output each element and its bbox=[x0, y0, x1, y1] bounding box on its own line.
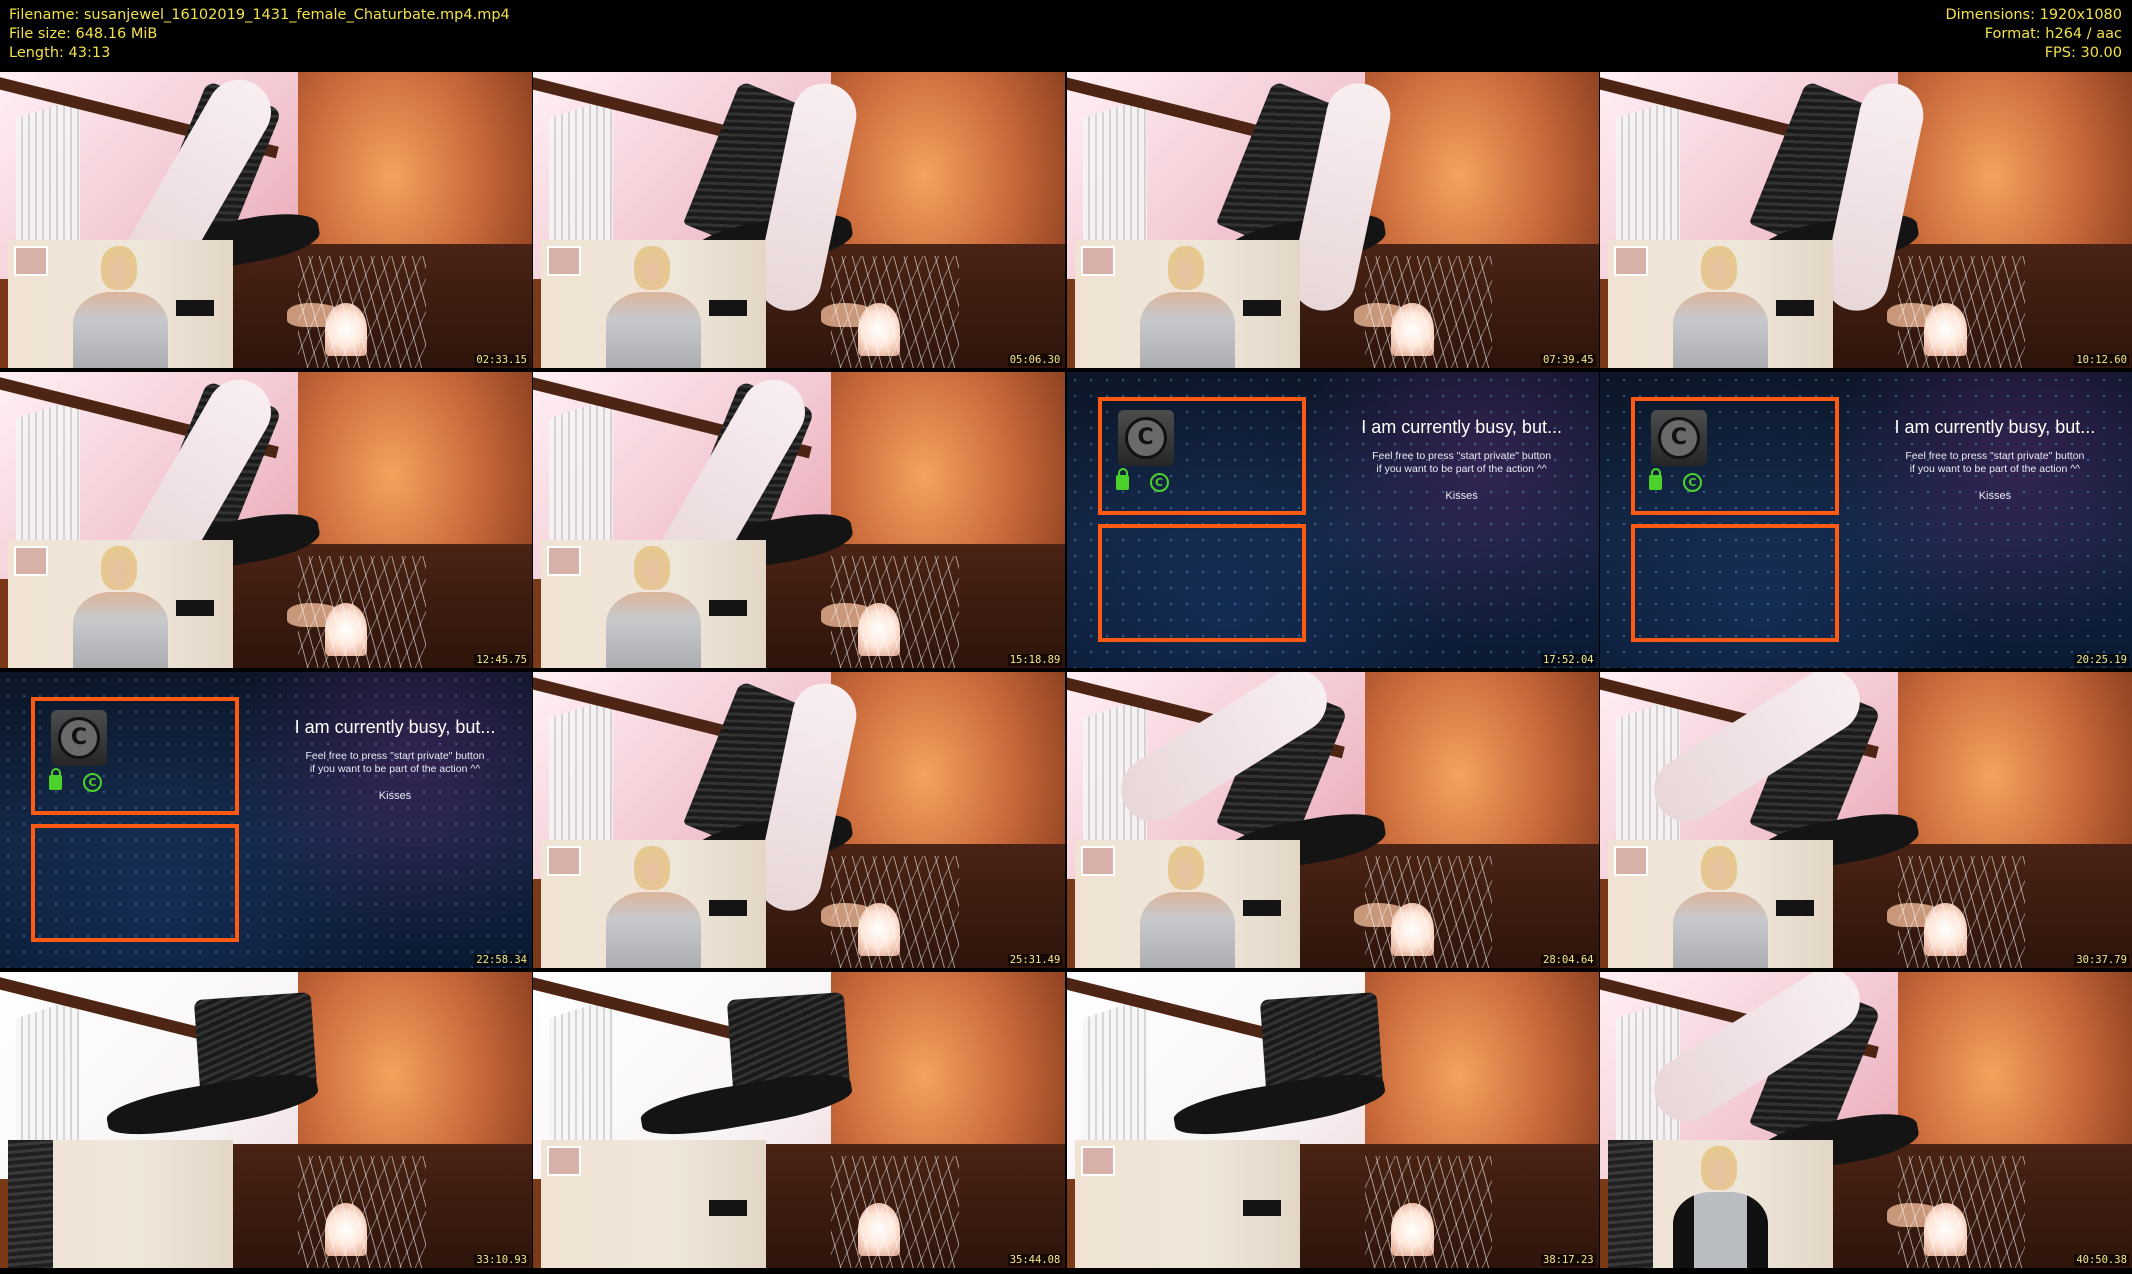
frame-timestamp: 15:18.89 bbox=[1007, 654, 1063, 666]
thumbnail-frame[interactable]: C C I am currently busy, but... Feel fre… bbox=[1599, 372, 2132, 668]
webcam-inset bbox=[1607, 240, 1833, 368]
webcam-scene bbox=[1066, 672, 1599, 968]
lock-icon bbox=[1648, 468, 1662, 490]
thumbnail-frame[interactable]: 25:31.49 bbox=[533, 672, 1066, 968]
webcam-scene bbox=[1599, 72, 2132, 368]
lock-icon bbox=[1115, 468, 1129, 490]
frame-timestamp: 25:31.49 bbox=[1007, 954, 1063, 966]
busy-screen: C C I am currently busy, but... Feel fre… bbox=[1066, 372, 1599, 668]
file-info: Filename: susanjewel_16102019_1431_femal… bbox=[9, 6, 510, 63]
busy-subtitle: Feel free to press "start private" butto… bbox=[1372, 450, 1552, 475]
webcam-inset bbox=[1074, 1140, 1300, 1268]
webcam-scene bbox=[1066, 972, 1599, 1268]
frame-timestamp: 02:33.15 bbox=[474, 354, 529, 366]
busy-message: I am currently busy, but... Feel free to… bbox=[1332, 416, 1592, 502]
frame-timestamp: 20:25.19 bbox=[2074, 654, 2129, 666]
webcam-scene bbox=[1066, 72, 1599, 368]
webcam-scene bbox=[533, 72, 1066, 368]
frame-timestamp: 40:50.38 bbox=[2074, 1254, 2129, 1266]
busy-subtitle: Feel free to press "start private" butto… bbox=[305, 750, 485, 775]
copyright-icon: C bbox=[1682, 473, 1702, 492]
frame-timestamp: 35:44.08 bbox=[1007, 1254, 1063, 1266]
webcam-inset bbox=[8, 240, 233, 368]
thumbnail-frame[interactable]: 07:39.45 bbox=[1066, 72, 1599, 368]
busy-subtitle: Feel free to press "start private" butto… bbox=[1905, 450, 2085, 475]
webcam-inset bbox=[8, 1140, 233, 1268]
busy-empty-box bbox=[1097, 524, 1306, 642]
frame-timestamp: 17:52.04 bbox=[1541, 654, 1596, 666]
webcam-inset bbox=[541, 1140, 767, 1268]
filename-label: Filename: susanjewel_16102019_1431_femal… bbox=[9, 7, 510, 23]
busy-logo-box: C C bbox=[1097, 397, 1306, 515]
webcam-scene bbox=[0, 372, 532, 668]
frame-timestamp: 33:10.93 bbox=[474, 1254, 529, 1266]
length-label: Length: 43:13 bbox=[9, 45, 111, 61]
filesize-label: File size: 648.16 MiB bbox=[9, 26, 158, 42]
fps-label: FPS: 30.00 bbox=[2044, 45, 2122, 61]
thumbnail-frame[interactable]: 05:06.30 bbox=[533, 72, 1066, 368]
thumbnail-frame[interactable]: C C I am currently busy, but... Feel fre… bbox=[1066, 372, 1599, 668]
busy-screen: C C I am currently busy, but... Feel fre… bbox=[0, 672, 532, 968]
thumbnail-frame[interactable]: 15:18.89 bbox=[533, 372, 1066, 668]
dimensions-label: Dimensions: 1920x1080 bbox=[1945, 7, 2122, 23]
busy-screen: C C I am currently busy, but... Feel fre… bbox=[1599, 372, 2132, 668]
busy-title: I am currently busy, but... bbox=[1894, 417, 2096, 437]
format-label: Format: h264 / aac bbox=[1984, 26, 2122, 42]
busy-message: I am currently busy, but... Feel free to… bbox=[1865, 416, 2125, 502]
webcam-inset bbox=[8, 540, 233, 668]
frame-timestamp: 12:45.75 bbox=[474, 654, 529, 666]
webcam-scene bbox=[0, 72, 532, 368]
busy-signoff: Kisses bbox=[1978, 490, 2012, 502]
thumbnail-frame[interactable]: 10:12.60 bbox=[1599, 72, 2132, 368]
busy-message: I am currently busy, but... Feel free to… bbox=[265, 716, 525, 802]
thumbnail-frame[interactable]: 02:33.15 bbox=[0, 72, 532, 368]
frame-timestamp: 10:12.60 bbox=[2074, 354, 2129, 366]
copyright-icon: C bbox=[1149, 473, 1169, 492]
webcam-inset bbox=[541, 540, 767, 668]
thumbnail-frame[interactable]: 33:10.93 bbox=[0, 972, 532, 1268]
frame-timestamp: 30:37.79 bbox=[2074, 954, 2129, 966]
webcam-inset bbox=[541, 840, 767, 968]
thumbnail-grid: 02:33.15 05:06.30 07:39.45 10:12.60 12:4… bbox=[0, 72, 2132, 1274]
frame-timestamp: 38:17.23 bbox=[1541, 1254, 1596, 1266]
thumbnail-frame[interactable]: C C I am currently busy, but... Feel fre… bbox=[0, 672, 532, 968]
metadata-header: Filename: susanjewel_16102019_1431_femal… bbox=[0, 0, 2132, 72]
webcam-scene bbox=[533, 672, 1066, 968]
busy-signoff: Kisses bbox=[1445, 490, 1478, 502]
frame-timestamp: 07:39.45 bbox=[1541, 354, 1596, 366]
busy-signoff: Kisses bbox=[378, 790, 412, 802]
busy-empty-box bbox=[1630, 524, 1839, 642]
webcam-inset bbox=[541, 240, 767, 368]
thumbnail-frame[interactable]: 40:50.38 bbox=[1599, 972, 2132, 1268]
frame-timestamp: 28:04.64 bbox=[1541, 954, 1596, 966]
busy-logo-box: C C bbox=[31, 697, 239, 815]
webcam-inset bbox=[1074, 840, 1300, 968]
webcam-scene bbox=[533, 972, 1066, 1268]
webcam-scene bbox=[1599, 972, 2132, 1268]
camera-logo-icon: C bbox=[51, 710, 107, 766]
busy-title: I am currently busy, but... bbox=[294, 717, 496, 737]
video-info: Dimensions: 1920x1080 Format: h264 / aac F… bbox=[1945, 6, 2122, 63]
thumbnail-frame[interactable]: 12:45.75 bbox=[0, 372, 532, 668]
camera-logo-icon: C bbox=[1650, 410, 1707, 466]
thumbnail-frame[interactable]: 35:44.08 bbox=[533, 972, 1066, 1268]
busy-logo-box: C C bbox=[1630, 397, 1839, 515]
busy-empty-box bbox=[31, 824, 239, 942]
lock-icon bbox=[49, 768, 62, 790]
copyright-icon: C bbox=[83, 773, 102, 792]
webcam-scene bbox=[0, 972, 532, 1268]
camera-logo-icon: C bbox=[1117, 410, 1174, 466]
thumbnail-frame[interactable]: 28:04.64 bbox=[1066, 672, 1599, 968]
webcam-inset bbox=[1607, 840, 1833, 968]
frame-timestamp: 22:58.34 bbox=[474, 954, 529, 966]
thumbnail-frame[interactable]: 30:37.79 bbox=[1599, 672, 2132, 968]
frame-timestamp: 05:06.30 bbox=[1007, 354, 1063, 366]
webcam-inset bbox=[1607, 1140, 1833, 1268]
webcam-inset bbox=[1074, 240, 1300, 368]
thumbnail-frame[interactable]: 38:17.23 bbox=[1066, 972, 1599, 1268]
busy-title: I am currently busy, but... bbox=[1361, 417, 1562, 437]
webcam-scene bbox=[533, 372, 1066, 668]
webcam-scene bbox=[1599, 672, 2132, 968]
